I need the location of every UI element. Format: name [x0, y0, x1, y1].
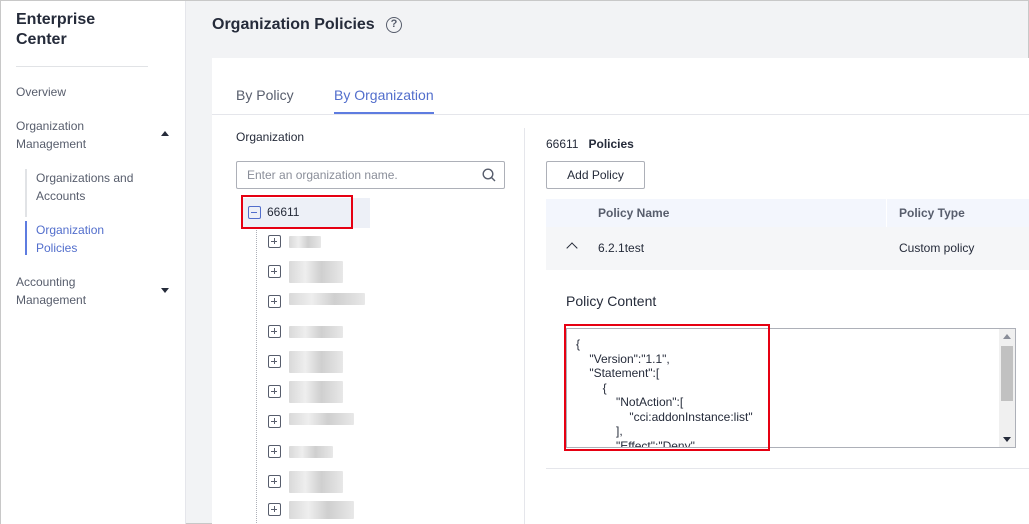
expand-icon[interactable] [268, 385, 281, 398]
highlight-box [564, 324, 770, 451]
redacted-label [289, 236, 321, 248]
brand-title: Enterprise Center [16, 10, 95, 50]
redacted-label [289, 381, 343, 403]
brand-line-2: Center [16, 31, 67, 48]
page-title: Organization Policies [212, 16, 375, 33]
tree-node[interactable] [268, 351, 408, 373]
redacted-label [289, 261, 343, 283]
expand-icon[interactable] [268, 503, 281, 516]
policy-content-title: Policy Content [566, 293, 657, 309]
redacted-label [289, 293, 365, 305]
tree-node[interactable] [268, 471, 408, 493]
sidebar-item-accounting-management[interactable]: Accounting Management [16, 273, 86, 309]
policies-label: Policies [588, 137, 634, 151]
organization-search [236, 161, 505, 189]
sidebar-item-overview[interactable]: Overview [16, 83, 66, 101]
scroll-down-icon[interactable] [1003, 437, 1011, 442]
expand-icon[interactable] [268, 445, 281, 458]
divider [546, 468, 1029, 469]
tab-by-organization[interactable]: By Organization [334, 86, 434, 104]
expand-icon[interactable] [268, 355, 281, 368]
tree-node[interactable] [268, 261, 408, 283]
org-id: 66611 [546, 137, 579, 151]
expand-icon[interactable] [268, 295, 281, 308]
redacted-label [289, 413, 354, 425]
subnav-active-indicator [25, 221, 27, 255]
brand-line-1: Enterprise [16, 11, 96, 28]
sidebar-item-organization-management[interactable]: Organization Management [16, 117, 86, 153]
sidebar: Enterprise Center Overview Organization … [1, 1, 186, 524]
expand-icon[interactable] [268, 235, 281, 248]
tree-node[interactable] [268, 291, 408, 313]
expand-icon[interactable] [268, 475, 281, 488]
tree-node[interactable] [268, 441, 408, 463]
tree-node[interactable] [268, 499, 408, 521]
tree-node[interactable] [268, 381, 408, 403]
expand-icon[interactable] [268, 415, 281, 428]
expand-icon[interactable] [268, 265, 281, 278]
tab-by-policy[interactable]: By Policy [236, 86, 294, 104]
sidebar-item-organizations-and-accounts[interactable]: Organizations and Accounts [36, 169, 133, 205]
redacted-label [289, 446, 333, 458]
divider [212, 114, 1029, 115]
policy-name: 6.2.1test [598, 241, 645, 255]
caret-up-icon[interactable] [161, 131, 169, 136]
divider [886, 199, 887, 227]
divider [524, 128, 525, 524]
policy-type: Custom policy [899, 241, 975, 255]
redacted-label [289, 471, 343, 493]
sidebar-item-organization-policies[interactable]: Organization Policies [36, 221, 104, 257]
divider [16, 66, 148, 67]
redacted-label [289, 501, 354, 519]
search-input[interactable] [237, 162, 467, 188]
tree-node[interactable] [268, 231, 408, 253]
redacted-label [289, 326, 343, 338]
tree-connector [256, 230, 257, 524]
column-header-policy-type[interactable]: Policy Type [899, 206, 965, 220]
caret-down-icon[interactable] [161, 288, 169, 293]
table-row[interactable]: 6.2.1test Custom policy [546, 227, 1029, 270]
scrollbar[interactable] [999, 329, 1015, 447]
tree-node[interactable] [268, 411, 408, 433]
expand-icon[interactable] [268, 325, 281, 338]
policies-heading: 66611 Policies [546, 137, 634, 151]
subnav-line [25, 169, 27, 217]
redacted-label [289, 351, 343, 373]
chevron-up-icon[interactable] [566, 242, 578, 254]
help-icon[interactable]: ? [386, 17, 402, 33]
tree-node[interactable] [268, 321, 408, 343]
highlight-box [241, 195, 353, 229]
add-policy-button[interactable]: Add Policy [546, 161, 645, 189]
scroll-up-icon[interactable] [1003, 334, 1011, 339]
main-card: By Policy By Organization Organization 6… [212, 58, 1029, 524]
search-icon[interactable] [482, 168, 496, 182]
column-header-policy-name[interactable]: Policy Name [598, 206, 669, 220]
organization-label: Organization [236, 130, 305, 144]
table-header: Policy Name Policy Type [546, 199, 1029, 227]
scrollbar-thumb[interactable] [1001, 346, 1013, 401]
